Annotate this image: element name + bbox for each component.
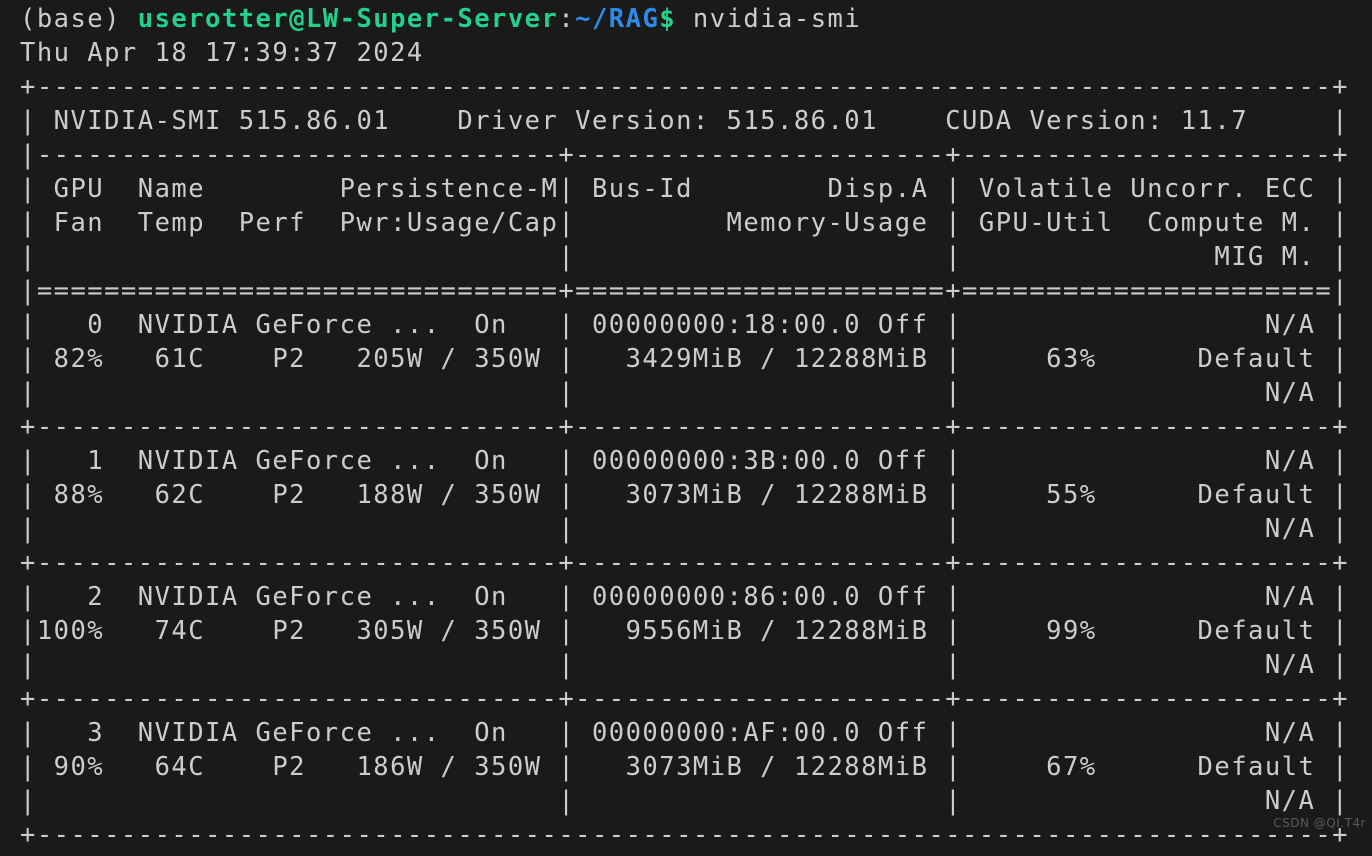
gpu-row-line-2: | 82% 61C P2 205W / 350W | 3429MiB / 122… (20, 344, 1349, 374)
gpu-row-3: | 3 NVIDIA GeForce ... On | 00000000:AF:… (0, 716, 1372, 818)
table-border-bottom: +---------------------------------------… (20, 820, 1349, 850)
gpu-row-line-2: |100% 74C P2 305W / 350W | 9556MiB / 122… (20, 616, 1349, 646)
terminal-window[interactable]: (base) userotter@LW-Super-Server:~/RAG$ … (0, 0, 1372, 856)
column-header-line-1: | GPU Name Persistence-M| Bus-Id Disp.A … (20, 174, 1349, 204)
gpu-row-line-3: | | | N/A | (20, 514, 1349, 544)
gpu-row-line-3: | | | N/A | (20, 650, 1349, 680)
column-header-line-2: | Fan Temp Perf Pwr:Usage/Cap| Memory-Us… (20, 208, 1349, 238)
command-text: nvidia-smi (676, 4, 862, 34)
gpu-row-line-3: | | | N/A | (20, 378, 1349, 408)
gpu-row-2: | 2 NVIDIA GeForce ... On | 00000000:86:… (0, 580, 1372, 682)
timestamp-line: Thu Apr 18 17:39:37 2024 (20, 38, 424, 68)
gpu-row-line-3: | | | N/A | (20, 786, 1349, 816)
conda-env-prefix: (base) (20, 4, 138, 34)
gpu-row-line-1: | 3 NVIDIA GeForce ... On | 00000000:AF:… (20, 718, 1349, 748)
row-separator: +-------------------------------+-------… (20, 684, 1349, 714)
prompt-dollar: $ (659, 4, 677, 34)
row-separator: +-------------------------------+-------… (20, 412, 1349, 442)
banner-separator: |-------------------------------+-------… (20, 140, 1349, 170)
shell-prompt-line: (base) userotter@LW-Super-Server:~/RAG$ … (0, 2, 1372, 36)
table-border-top: +---------------------------------------… (20, 72, 1349, 102)
gpu-row-1: | 1 NVIDIA GeForce ... On | 00000000:3B:… (0, 444, 1372, 546)
csdn-watermark: CSDN @QI.T4r (1273, 816, 1366, 830)
gpu-row-line-1: | 0 NVIDIA GeForce ... On | 00000000:18:… (20, 310, 1349, 340)
prompt-colon: : (558, 4, 576, 34)
gpu-row-line-2: | 90% 64C P2 186W / 350W | 3073MiB / 122… (20, 752, 1349, 782)
gpu-row-0: | 0 NVIDIA GeForce ... On | 00000000:18:… (0, 308, 1372, 410)
prompt-path: ~/RAG (575, 4, 660, 34)
column-header-line-3: | | | MIG M. | (20, 242, 1349, 272)
smi-banner-line: | NVIDIA-SMI 515.86.01 Driver Version: 5… (20, 106, 1349, 136)
prompt-user-host: userotter@LW-Super-Server (137, 4, 559, 34)
header-separator: |===============================+=======… (20, 276, 1349, 306)
row-separator: +-------------------------------+-------… (20, 548, 1349, 578)
gpu-row-line-2: | 88% 62C P2 188W / 350W | 3073MiB / 122… (20, 480, 1349, 510)
gpu-row-line-1: | 2 NVIDIA GeForce ... On | 00000000:86:… (20, 582, 1349, 612)
gpu-row-line-1: | 1 NVIDIA GeForce ... On | 00000000:3B:… (20, 446, 1349, 476)
